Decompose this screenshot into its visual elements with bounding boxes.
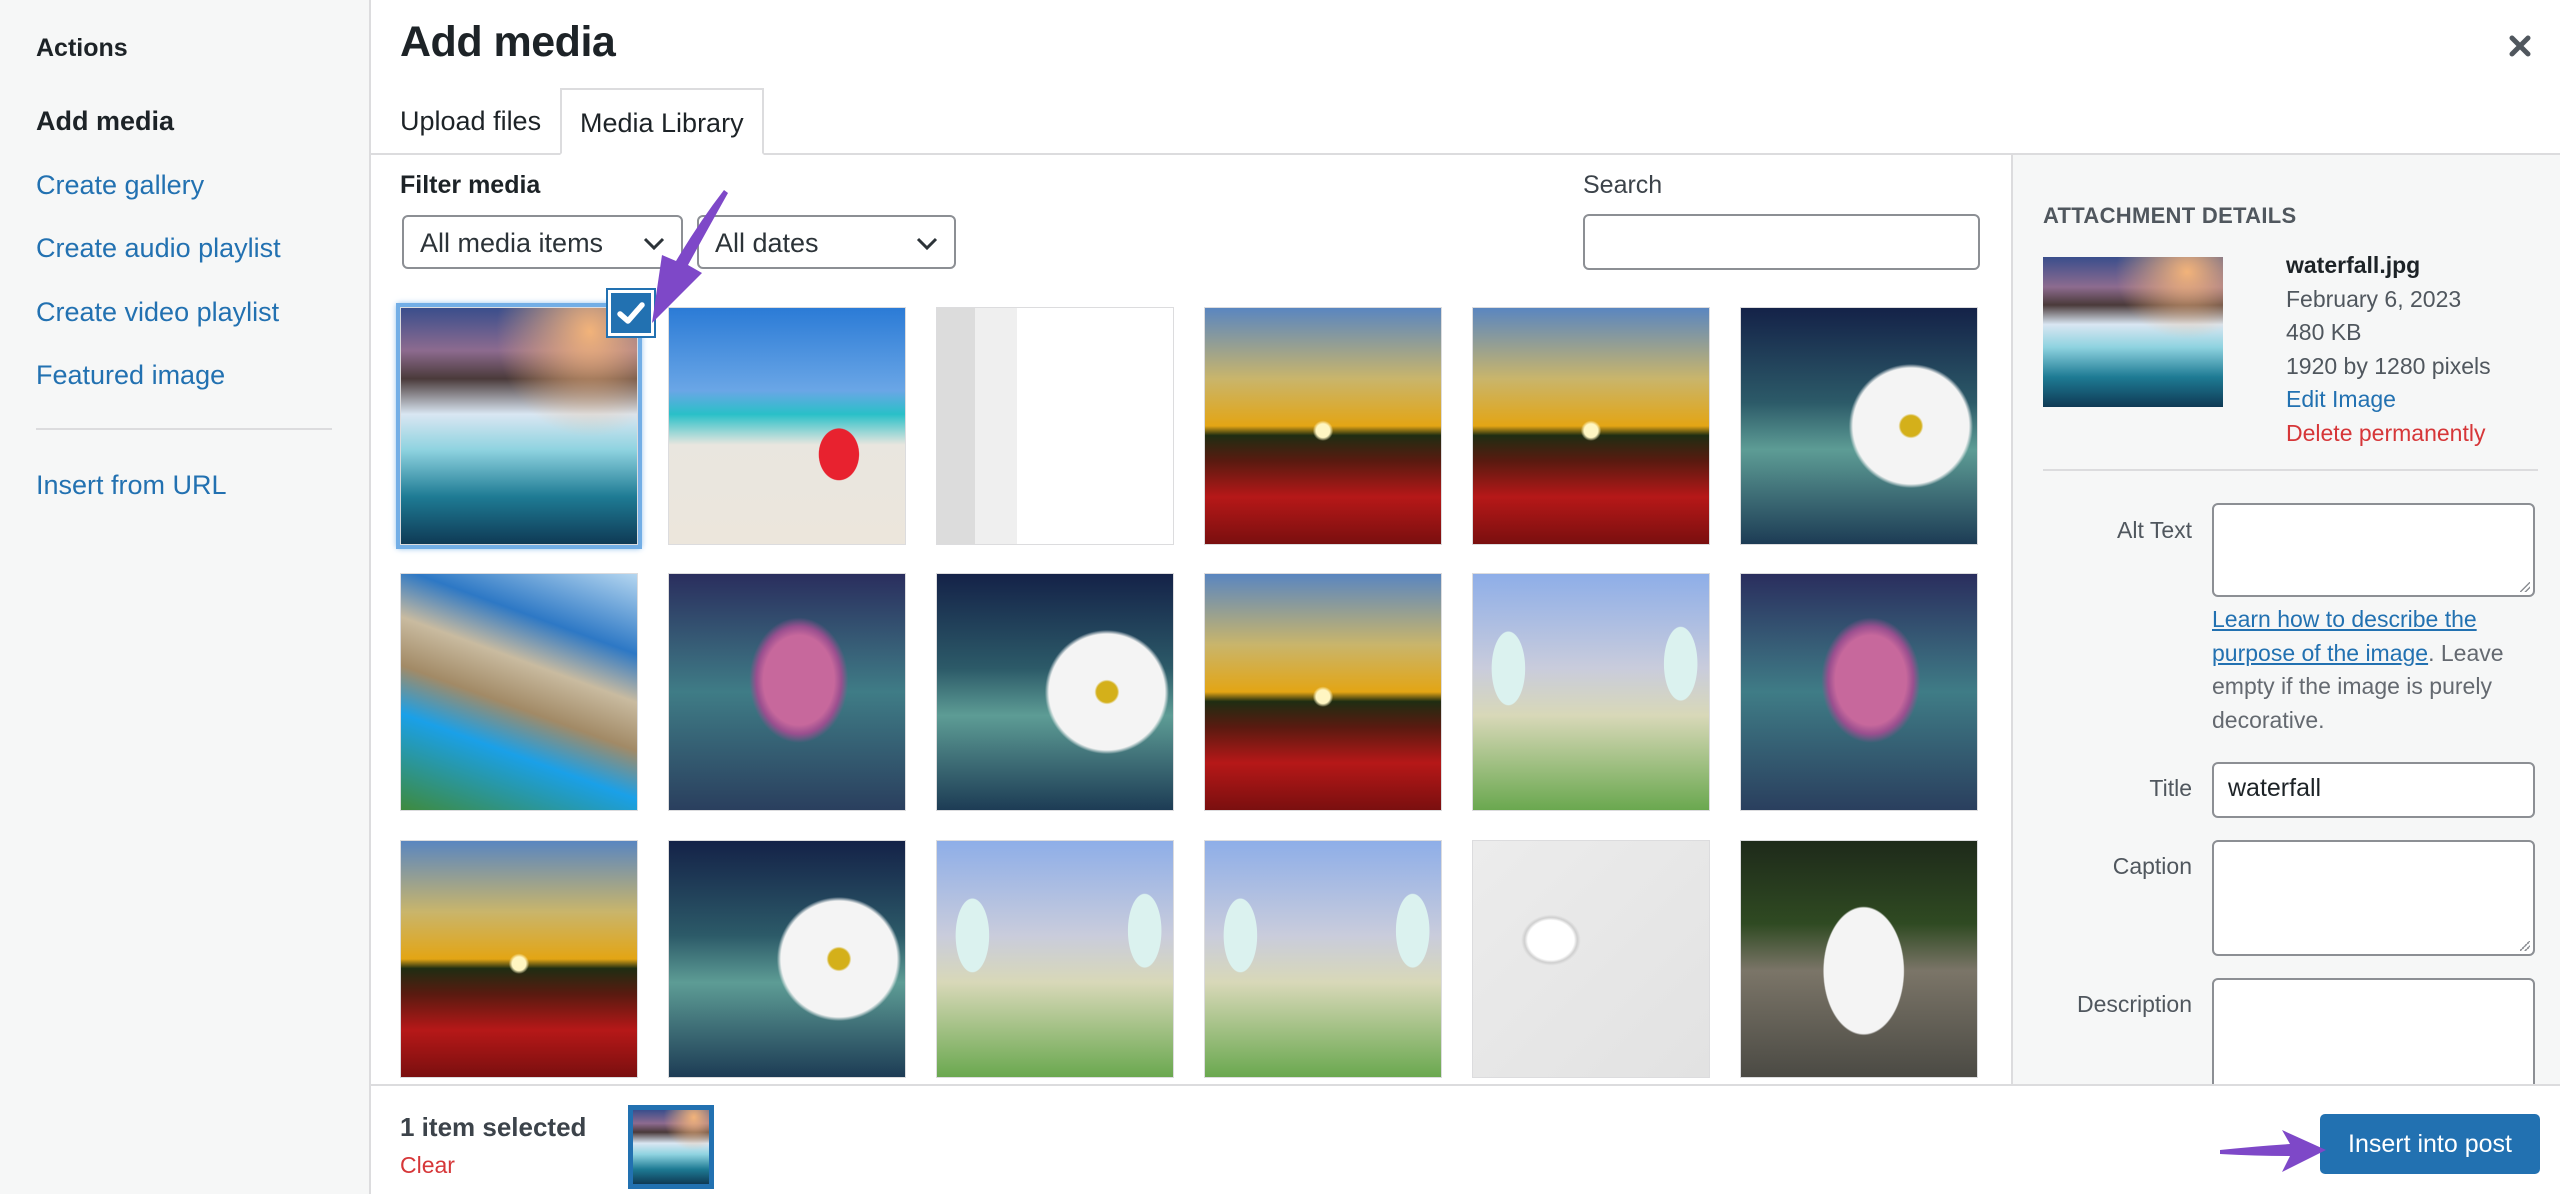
- media-item-rose[interactable]: [668, 573, 906, 811]
- selection-count: 1 item selected: [400, 1112, 587, 1142]
- media-item-sunset-poppies[interactable]: [400, 840, 638, 1078]
- description-label: Description: [2076, 991, 2192, 1017]
- media-item-sunset-poppies[interactable]: [1204, 573, 1442, 811]
- alt-text-field[interactable]: [2212, 503, 2535, 597]
- sidebar-divider: [36, 428, 332, 430]
- date-select[interactable]: All dates: [697, 215, 956, 269]
- thumbnail-image: [1205, 308, 1441, 544]
- alt-text-label: Alt Text: [2117, 517, 2192, 543]
- delete-permanently-link[interactable]: Delete permanently: [2286, 417, 2491, 451]
- attachment-dimensions: 1920 by 1280 pixels: [2286, 352, 2491, 379]
- filter-media-label: Filter media: [400, 171, 541, 199]
- thumbnail-image: [1473, 574, 1709, 810]
- thumbnail-image: [937, 574, 1173, 810]
- attachment-date: February 6, 2023: [2286, 285, 2462, 312]
- title-label: Title: [2149, 775, 2192, 801]
- selected-item-thumbnail[interactable]: [628, 1105, 714, 1189]
- edit-image-link[interactable]: Edit Image: [2286, 383, 2491, 417]
- description-field[interactable]: [2212, 978, 2535, 1084]
- sidebar-item-add-media[interactable]: Add media: [36, 106, 174, 137]
- thumbnail-image: [401, 841, 637, 1077]
- actions-sidebar: Actions Add media Create gallery Create …: [0, 0, 371, 1194]
- media-item-daisy[interactable]: [668, 840, 906, 1078]
- thumbnail-image: [401, 574, 637, 810]
- attachment-details-heading: ATTACHMENT DETAILS: [2043, 203, 2297, 228]
- thumbnail-image: [1473, 841, 1709, 1077]
- thumbnail-image: [401, 308, 637, 544]
- sidebar-item-create-audio-playlist[interactable]: Create audio playlist: [36, 233, 281, 264]
- modal-title: Add media: [400, 18, 616, 66]
- caption-label: Caption: [2112, 853, 2192, 879]
- media-item-sunset-poppies[interactable]: [1472, 307, 1710, 545]
- media-type-select[interactable]: All media items: [402, 215, 683, 269]
- sidebar-item-create-gallery[interactable]: Create gallery: [36, 170, 204, 201]
- alt-text-help: Learn how to describe the purpose of the…: [2212, 603, 2542, 737]
- thumbnail-image: [1741, 308, 1977, 544]
- media-item-rose[interactable]: [1740, 573, 1978, 811]
- thumbnail-image: [669, 308, 905, 544]
- media-item-butterflies[interactable]: [1204, 840, 1442, 1078]
- media-type-select-value: All media items: [420, 228, 604, 258]
- media-item-screenshot-file-upload[interactable]: [936, 307, 1174, 545]
- tab-media-library[interactable]: Media Library: [560, 88, 764, 155]
- sidebar-item-create-video-playlist[interactable]: Create video playlist: [36, 297, 279, 328]
- chevron-down-icon: [916, 237, 938, 251]
- chevron-down-icon: [643, 237, 665, 251]
- thumbnail-image: [1473, 308, 1709, 544]
- media-item-daisy[interactable]: [936, 573, 1174, 811]
- media-item-daisy[interactable]: [1740, 307, 1978, 545]
- search-input[interactable]: [1583, 214, 1980, 270]
- media-item-butterflies[interactable]: [936, 840, 1174, 1078]
- thumbnail-image: [937, 308, 1173, 544]
- media-item-waterfall[interactable]: [396, 303, 642, 549]
- attachment-thumbnail: [2043, 257, 2223, 407]
- thumbnail-image: [1741, 841, 1977, 1077]
- media-toolbar: 1 item selected Clear Insert into post: [371, 1084, 2560, 1194]
- close-icon: [2509, 35, 2531, 57]
- media-item-coastal-cliff-beach[interactable]: [400, 573, 638, 811]
- media-item-airpods[interactable]: [1472, 840, 1710, 1078]
- thumbnail-image: [1205, 841, 1441, 1077]
- caption-field[interactable]: [2212, 840, 2535, 956]
- attachment-info: waterfall.jpg February 6, 2023 480 KB 19…: [2286, 249, 2491, 450]
- title-field[interactable]: waterfall: [2212, 762, 2535, 818]
- sidebar-item-insert-from-url[interactable]: Insert from URL: [36, 470, 227, 501]
- details-divider: [2043, 469, 2538, 471]
- attachment-details-panel: ATTACHMENT DETAILS waterfall.jpg Februar…: [2011, 155, 2560, 1084]
- media-item-duck[interactable]: [1740, 840, 1978, 1078]
- media-item-beach-drink[interactable]: [668, 307, 906, 545]
- selected-checkbox[interactable]: [608, 290, 654, 336]
- date-select-value: All dates: [715, 228, 819, 258]
- sidebar-heading: Actions: [36, 34, 128, 62]
- media-item-butterflies[interactable]: [1472, 573, 1710, 811]
- thumbnail-image: [669, 574, 905, 810]
- media-item-sunset-poppies[interactable]: [1204, 307, 1442, 545]
- thumbnail-image: [669, 841, 905, 1077]
- tab-upload-files[interactable]: Upload files: [400, 88, 541, 155]
- thumbnail-image: [1205, 574, 1441, 810]
- insert-into-post-button[interactable]: Insert into post: [2320, 1114, 2540, 1174]
- thumbnail-image: [1741, 574, 1977, 810]
- close-button[interactable]: [2500, 26, 2540, 66]
- clear-selection-link[interactable]: Clear: [400, 1152, 455, 1179]
- attachment-filename: waterfall.jpg: [2286, 252, 2421, 278]
- search-label: Search: [1583, 171, 1663, 199]
- sidebar-item-featured-image[interactable]: Featured image: [36, 360, 225, 391]
- attachment-size: 480 KB: [2286, 319, 2362, 345]
- thumbnail-image: [937, 841, 1173, 1077]
- checkmark-icon: [617, 302, 645, 324]
